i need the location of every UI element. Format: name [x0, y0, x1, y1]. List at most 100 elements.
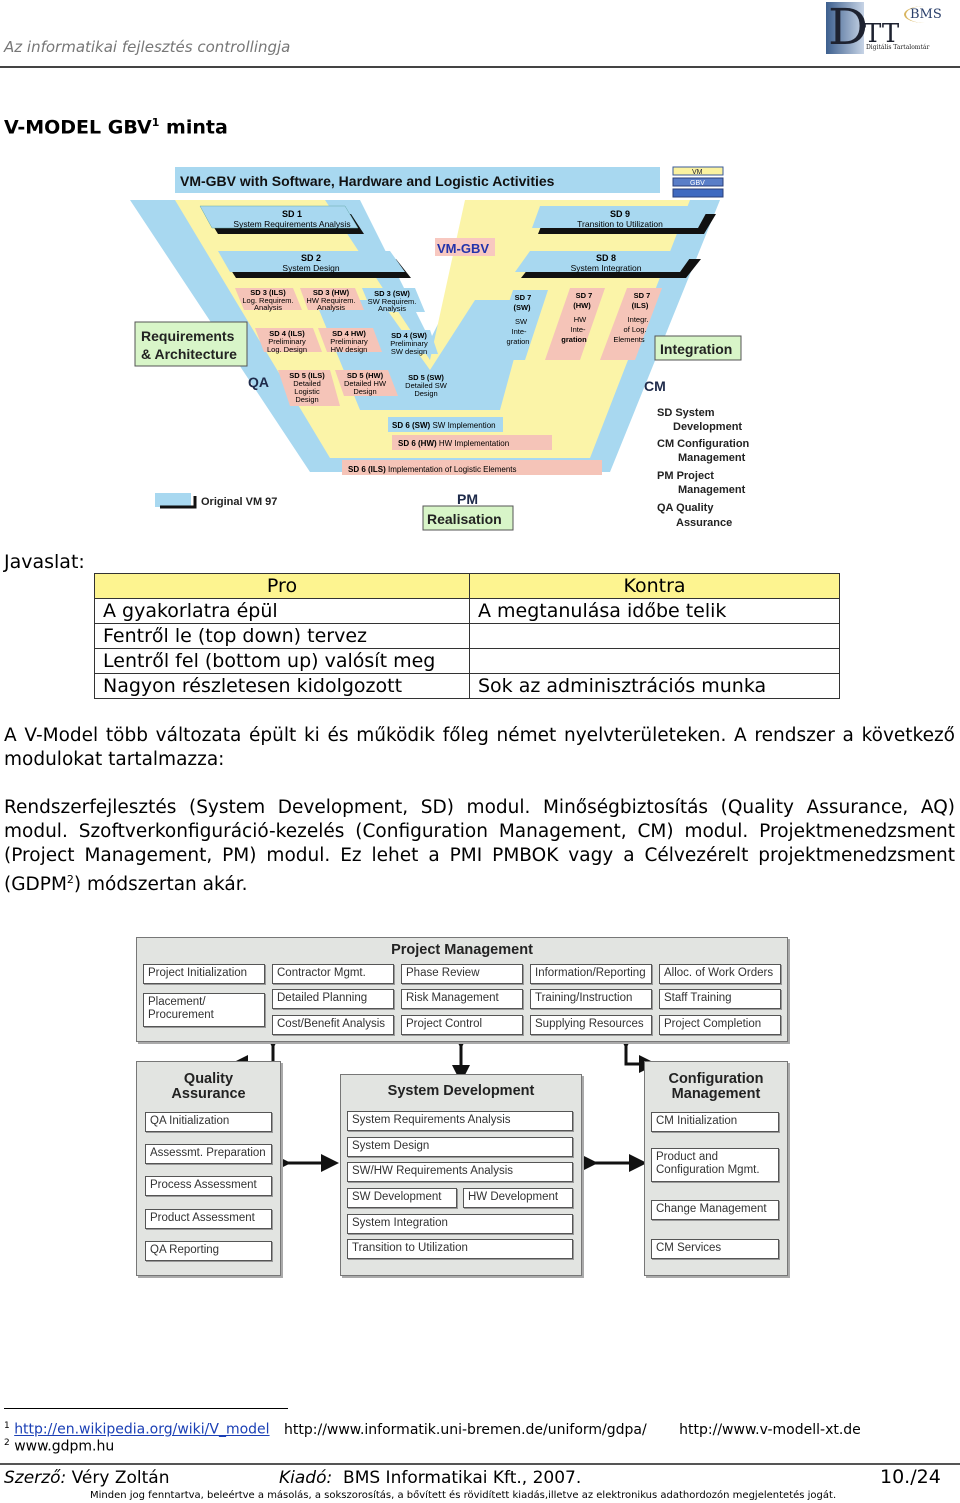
sd5-ils-l3: Design: [295, 395, 318, 404]
sd7-hw-sub: (HW): [573, 301, 591, 310]
sd7-sw-l2: Inte-: [511, 327, 527, 336]
qa-title-l2: Assurance: [171, 1086, 246, 1102]
sd7-sw-code: SD 7: [515, 293, 532, 302]
author-label: Szerző:: [4, 1468, 67, 1488]
pm-cell: Training/Instruction: [530, 989, 652, 1009]
document-running-title: Az informatikai fejlesztés controllingja: [4, 38, 291, 56]
legend-sd-l1: SD System: [657, 407, 715, 419]
qa-cell: QA Reporting: [145, 1241, 272, 1261]
sd7-columns: SD 7 (SW) SW Inte- gration SD 7 (HW) HW …: [490, 288, 662, 360]
pm-cell: Supplying Resources: [530, 1015, 652, 1035]
table-row: Nagyon részletesen kidolgozott Sok az adm…: [94, 673, 840, 699]
page-number: 10./24: [880, 1466, 941, 1488]
req-arch-l1: Requirements: [141, 328, 235, 344]
mini-legend-3: [672, 188, 724, 198]
configuration-management-box: Configuration Management CM Initializatio…: [644, 1061, 788, 1276]
realisation-label: Realisation: [427, 511, 502, 527]
page-title: V-MODEL GBV1 minta: [4, 116, 228, 138]
sd7-hw-l3: gration: [561, 335, 587, 344]
qa-title-l1: Quality: [183, 1071, 234, 1087]
cm-cell: Change Management: [651, 1200, 779, 1220]
footer-divider: [0, 1463, 960, 1465]
sd-cell: SW/HW Requirements Analysis: [347, 1162, 573, 1182]
cm-label: CM: [644, 378, 666, 394]
legend-cm-l2: Management: [678, 452, 746, 464]
qa-label: QA: [248, 374, 269, 390]
original-vm-label: Original VM 97: [201, 496, 277, 508]
table-row: A gyakorlatra épül A megtanulása időbe te…: [94, 598, 840, 624]
footnote-ref-2: 2: [66, 873, 74, 886]
quality-assurance-title: Quality Assurance: [137, 1072, 280, 1102]
system-development-title: System Development: [387, 1083, 535, 1099]
qa-cell: Product Assessment: [145, 1209, 272, 1229]
kontra-cell: Sok az adminisztrációs munka: [469, 673, 840, 699]
sd8-name: System Integration: [571, 263, 642, 273]
sd4-sw-l2: SW design: [391, 347, 427, 356]
footnote-1-wikipedia-link[interactable]: http://en.wikipedia.org/wiki/V_model: [14, 1422, 269, 1438]
abbrev-legend: SD System Development CM Configuration M…: [657, 407, 750, 529]
sd7-ils-l3: Elements: [613, 335, 645, 344]
footer-author: Szerző: Véry Zoltán: [4, 1468, 169, 1488]
sd5-hw-l2: Design: [353, 387, 376, 396]
sd9-name: Transition to Utilization: [577, 219, 663, 229]
qa-cell: Assessmt. Preparation: [145, 1144, 272, 1164]
paragraph-modules-end: ) módszertan akár.: [73, 874, 248, 896]
sd3-sw-l2: Analysis: [378, 304, 406, 313]
pro-cell: Lentről fel (bottom up) valósít meg: [94, 648, 470, 674]
qa-cell: Process Assessment: [145, 1176, 272, 1196]
publisher-name: BMS Informatikai Kft., 2007.: [332, 1468, 582, 1488]
sd7-ils-l1: Integr.: [628, 315, 649, 324]
sd-cell: HW Development: [463, 1188, 573, 1208]
logo-subtitle: Digitális Tartalomtár: [866, 44, 930, 51]
footnote-2-text: www.gdpm.hu: [14, 1438, 115, 1455]
v-model-gbv-figure: VM-GBV with Software, Hardware and Logis…: [130, 160, 770, 535]
paragraph-modules: Rendszerfejlesztés (System Development, …: [4, 796, 955, 897]
cm-cell: Product and Configuration Mgmt.: [651, 1148, 779, 1182]
pm-cell: Alloc. of Work Orders: [659, 964, 781, 984]
sd7-ils-code: SD 7: [634, 291, 651, 300]
table-row: Lentről fel (bottom up) valósít meg: [94, 648, 840, 674]
sd4-row: SD 4 (ILS) Preliminary Log. Design SD 4 …: [255, 328, 438, 356]
header-pro: Pro: [94, 573, 470, 599]
footnote-1: 1 http://en.wikipedia.org/wiki/V_model h…: [4, 1421, 861, 1438]
pm-cell: Project Completion: [659, 1015, 781, 1035]
project-management-box: Project Management Project Initializatio…: [136, 937, 788, 1042]
pm-cell: Risk Management: [401, 989, 523, 1009]
publisher-label: Kiadó:: [279, 1468, 333, 1488]
sd2-name: System Design: [282, 263, 339, 273]
sd7-ils-l2: of Log.: [624, 325, 647, 334]
pro-cell: Nagyon részletesen kidolgozott: [94, 673, 470, 699]
mini-legend-vm-label: VM: [692, 169, 703, 176]
quality-assurance-box: Quality Assurance QA Initialization Asses…: [136, 1061, 281, 1276]
original-vm-swatch: [155, 493, 191, 507]
table-row: Fentről le (top down) tervez: [94, 623, 840, 649]
req-arch-l2: & Architecture: [141, 346, 237, 362]
sd3-hw-l2: Analysis: [317, 303, 345, 312]
sd8-code: SD 8: [596, 253, 616, 263]
javaslat-label: Javaslat:: [4, 551, 85, 573]
sd-cell: Transition to Utilization: [347, 1239, 573, 1259]
sd7-hw-l2: Inte-: [570, 325, 586, 334]
sd-cell: SW Development: [347, 1188, 457, 1208]
header-divider: [0, 66, 960, 68]
footnote-1-number: 1: [4, 1421, 10, 1431]
sd3-row: SD 3 (ILS) Log. Requirem. Analysis SD 3 …: [235, 288, 425, 313]
pm-cell: Detailed Planning: [272, 989, 394, 1009]
sd1-code: SD 1: [282, 209, 302, 219]
cm-title-l1: Configuration: [668, 1071, 764, 1087]
pro-cell: Fentről le (top down) tervez: [94, 623, 470, 649]
kontra-cell: A megtanulása időbe telik: [469, 598, 840, 624]
legend-cm-l1: CM Configuration: [657, 438, 750, 450]
v-model-modules-diagram: Project Management Project Initializatio…: [136, 937, 788, 1277]
cm-cell: CM Services: [651, 1239, 779, 1259]
sd7-sw-sub: (SW): [513, 303, 531, 312]
project-management-title: Project Management: [391, 942, 533, 958]
pro-kontra-table: Pro Kontra A gyakorlatra épül A megtanulá…: [94, 573, 840, 699]
pm-cell: Phase Review: [401, 964, 523, 984]
pro-cell: A gyakorlatra épül: [94, 598, 470, 624]
system-development-box: System Development System Requirements A…: [340, 1074, 582, 1276]
footnote-1-url-vmodell: http://www.v-modell-xt.de: [679, 1421, 861, 1438]
footnote-2: 2 www.gdpm.hu: [4, 1438, 114, 1455]
logo-letter-d: D: [828, 0, 869, 56]
sd6-ils-label: SD 6 (ILS) Implementation of Logistic El…: [348, 465, 517, 474]
